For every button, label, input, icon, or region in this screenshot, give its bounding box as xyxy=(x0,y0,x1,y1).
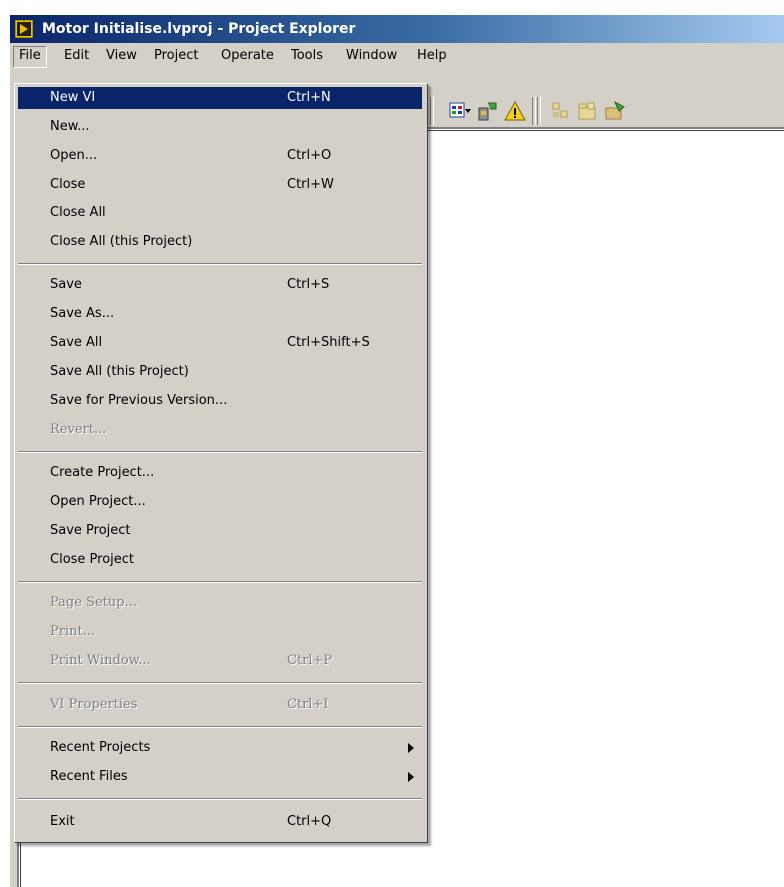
menu-item-print-window: Print Window... Ctrl+P xyxy=(18,650,422,672)
deploy-icon[interactable] xyxy=(603,99,627,123)
menu-item-label: Print... xyxy=(50,624,96,639)
menu-item-label: Page Setup... xyxy=(50,595,137,610)
menu-item-exit[interactable]: Exit Ctrl+Q xyxy=(18,811,422,833)
menu-item-label: Recent Files xyxy=(50,769,128,784)
warning-icon[interactable] xyxy=(503,99,527,123)
window-title: Motor Initialise.lvproj - Project Explor… xyxy=(42,21,356,37)
menu-item-label: Save As... xyxy=(50,306,115,321)
menu-separator xyxy=(18,451,422,453)
menu-item-close[interactable]: Close Ctrl+W xyxy=(18,174,422,196)
menu-item-shortcut: Ctrl+N xyxy=(287,90,331,105)
menu-item-close-all-project[interactable]: Close All (this Project) xyxy=(18,231,422,253)
file-menu-dropdown: New VI Ctrl+N New... Open... Ctrl+O Clos… xyxy=(14,83,428,843)
menu-help[interactable]: Help xyxy=(412,47,452,67)
menu-item-label: Revert... xyxy=(50,422,107,437)
menu-item-page-setup: Page Setup... xyxy=(18,592,422,614)
menu-item-save-all[interactable]: Save All Ctrl+Shift+S xyxy=(18,332,422,354)
submenu-arrow-icon xyxy=(408,772,414,782)
menu-operate[interactable]: Operate xyxy=(216,47,279,67)
menu-item-create-project[interactable]: Create Project... xyxy=(18,462,422,484)
add-item-icon[interactable] xyxy=(549,99,573,123)
menu-item-label: Recent Projects xyxy=(50,740,151,755)
menu-item-label: Save Project xyxy=(50,523,131,538)
menu-item-save-for-previous-version[interactable]: Save for Previous Version... xyxy=(18,390,422,412)
submenu-arrow-icon xyxy=(408,743,414,753)
menu-item-shortcut: Ctrl+S xyxy=(287,277,330,292)
labview-app-icon xyxy=(15,20,33,38)
menu-item-label: Close Project xyxy=(50,552,135,567)
menu-item-label: Save All xyxy=(50,335,103,350)
toolbar-separator xyxy=(430,97,434,125)
menu-item-save[interactable]: Save Ctrl+S xyxy=(18,274,422,296)
view-as-dropdown-icon[interactable] xyxy=(448,99,472,123)
menu-item-label: Open... xyxy=(50,148,98,163)
menu-item-label: Close All xyxy=(50,205,106,220)
menu-item-label: Save for Previous Version... xyxy=(50,393,228,408)
menu-tools[interactable]: Tools xyxy=(286,47,328,67)
menu-separator xyxy=(18,726,422,728)
menu-item-label: VI Properties xyxy=(50,697,138,712)
menu-item-save-project[interactable]: Save Project xyxy=(18,520,422,542)
menu-item-label: Close xyxy=(50,177,86,192)
menu-item-save-all-project[interactable]: Save All (this Project) xyxy=(18,361,422,383)
menu-item-label: Save xyxy=(50,277,82,292)
menu-item-revert: Revert... xyxy=(18,419,422,441)
menu-item-label: Create Project... xyxy=(50,465,155,480)
menu-bar: File Edit View Project Operate Tools Win… xyxy=(10,43,784,69)
menu-item-close-project[interactable]: Close Project xyxy=(18,549,422,571)
menu-item-new[interactable]: New... xyxy=(18,116,422,138)
toolbar-separator xyxy=(537,97,541,125)
menu-separator xyxy=(18,798,422,800)
build-settings-icon[interactable] xyxy=(476,99,500,123)
menu-item-print: Print... xyxy=(18,621,422,643)
menu-item-label: Save All (this Project) xyxy=(50,364,189,379)
menu-project[interactable]: Project xyxy=(149,47,203,67)
menu-edit[interactable]: Edit xyxy=(59,47,94,67)
menu-item-save-as[interactable]: Save As... xyxy=(18,303,422,325)
menu-item-close-all[interactable]: Close All xyxy=(18,202,422,224)
menu-item-label: Print Window... xyxy=(50,653,151,668)
menu-item-label: Open Project... xyxy=(50,494,146,509)
menu-separator xyxy=(18,682,422,684)
menu-view[interactable]: View xyxy=(101,47,142,67)
menu-item-label: New VI xyxy=(50,90,96,105)
menu-item-vi-properties: VI Properties Ctrl+I xyxy=(18,694,422,716)
menu-item-shortcut: Ctrl+W xyxy=(287,177,334,192)
menu-separator xyxy=(18,581,422,583)
menu-item-new-vi[interactable]: New VI Ctrl+N xyxy=(18,87,422,109)
title-bar[interactable]: Motor Initialise.lvproj - Project Explor… xyxy=(10,15,784,43)
menu-file[interactable]: File xyxy=(13,46,47,68)
menu-item-shortcut: Ctrl+O xyxy=(287,148,332,163)
toolbar-separator xyxy=(532,97,536,125)
menu-item-shortcut: Ctrl+I xyxy=(287,697,329,712)
menu-item-label: New... xyxy=(50,119,90,134)
menu-item-shortcut: Ctrl+P xyxy=(287,653,333,668)
menu-item-open-project[interactable]: Open Project... xyxy=(18,491,422,513)
menu-item-shortcut: Ctrl+Q xyxy=(287,814,332,829)
add-folder-icon[interactable] xyxy=(576,99,600,123)
menu-item-recent-projects[interactable]: Recent Projects xyxy=(18,737,422,759)
menu-item-shortcut: Ctrl+Shift+S xyxy=(287,335,370,350)
menu-item-label: Close All (this Project) xyxy=(50,234,193,249)
menu-item-label: Exit xyxy=(50,814,75,829)
menu-separator xyxy=(18,263,422,265)
menu-item-recent-files[interactable]: Recent Files xyxy=(18,766,422,788)
menu-window[interactable]: Window xyxy=(341,47,402,67)
menu-item-open[interactable]: Open... Ctrl+O xyxy=(18,145,422,167)
